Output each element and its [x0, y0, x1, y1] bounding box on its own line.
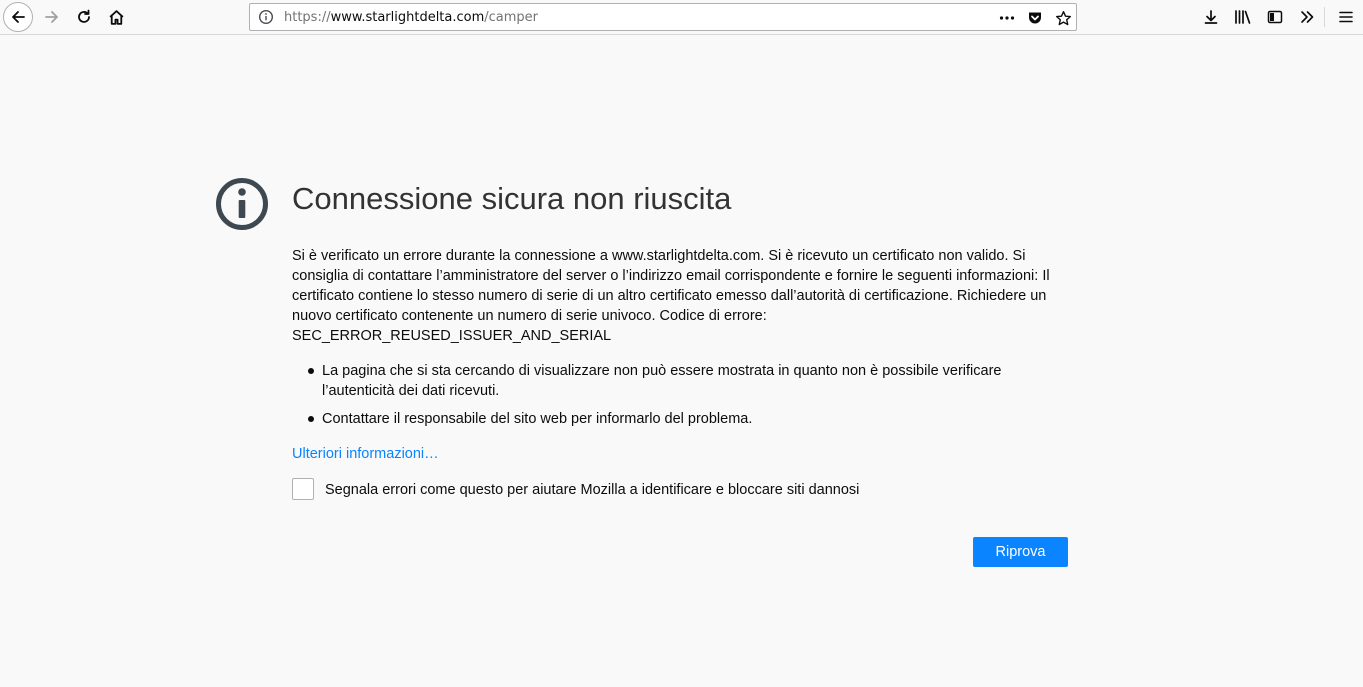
library-icon: [1235, 10, 1251, 24]
star-icon[interactable]: [1054, 9, 1072, 27]
info-circle-icon: [214, 176, 270, 232]
url-scheme: https://: [284, 10, 331, 25]
info-icon[interactable]: [258, 9, 274, 25]
retry-button[interactable]: Riprova: [973, 537, 1068, 567]
forward-button[interactable]: [38, 3, 66, 31]
browser-toolbar: https://www.starlightdelta.com/camper: [0, 0, 1363, 35]
report-errors-checkbox[interactable]: [292, 478, 314, 500]
more-icon[interactable]: [998, 9, 1016, 27]
list-item: La pagina che si sta cercando di visuali…: [292, 361, 1062, 401]
menu-button[interactable]: [1332, 3, 1360, 31]
reload-button[interactable]: [70, 3, 98, 31]
report-errors-label[interactable]: Segnala errori come questo per aiutare M…: [325, 480, 859, 500]
forward-arrow-icon: [45, 11, 58, 23]
url-bar[interactable]: https://www.starlightdelta.com/camper: [249, 3, 1077, 31]
error-description: Si è verificato un errore durante la con…: [292, 246, 1062, 346]
url-host: www.starlightdelta.com: [330, 10, 485, 25]
page-title: Connessione sicura non riuscita: [292, 181, 732, 216]
toolbar-separator: [1324, 7, 1325, 27]
back-button[interactable]: [3, 2, 33, 32]
list-item: Contattare il responsabile del sito web …: [292, 409, 1062, 429]
bullet-dot: [308, 368, 314, 374]
report-errors-row: Segnala errori come questo per aiutare M…: [292, 478, 992, 502]
library-button[interactable]: [1229, 3, 1257, 31]
hamburger-menu-icon: [1339, 11, 1353, 23]
learn-more-link[interactable]: Ulteriori informazioni…: [292, 444, 439, 464]
download-icon: [1204, 10, 1218, 24]
overflow-button[interactable]: [1293, 3, 1321, 31]
error-code: SEC_ERROR_REUSED_ISSUER_AND_SERIAL: [292, 328, 612, 344]
bullet-dot: [308, 416, 314, 422]
downloads-button[interactable]: [1197, 3, 1225, 31]
sidebar-button[interactable]: [1261, 3, 1289, 31]
error-advice-list: La pagina che si sta cercando di visuali…: [292, 361, 1062, 437]
home-icon: [109, 9, 123, 25]
back-arrow-icon: [12, 11, 25, 23]
error-description-text: Si è verificato un errore durante la con…: [292, 248, 1050, 324]
pocket-icon[interactable]: [1026, 9, 1044, 27]
overflow-chevron-icon: [1301, 11, 1314, 23]
url-path: /camper: [484, 10, 539, 25]
reload-icon: [78, 9, 90, 23]
url-text[interactable]: https://www.starlightdelta.com/camper: [284, 10, 538, 26]
home-button[interactable]: [102, 3, 130, 31]
list-item-text: La pagina che si sta cercando di visuali…: [322, 363, 1002, 399]
sidebar-icon: [1267, 10, 1283, 24]
list-item-text: Contattare il responsabile del sito web …: [322, 411, 753, 427]
